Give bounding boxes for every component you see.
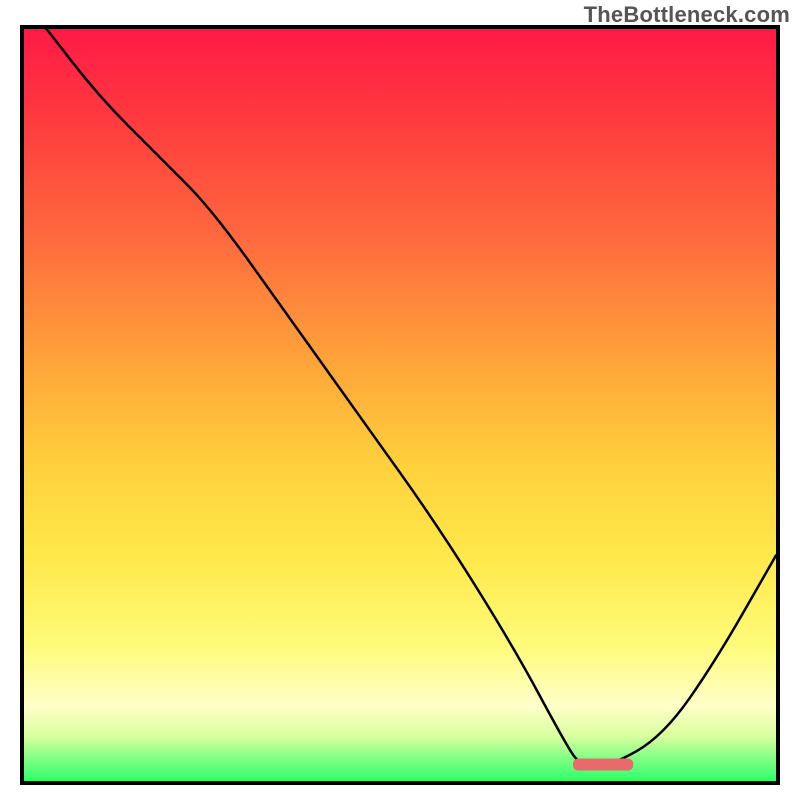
plot-svg xyxy=(24,29,776,781)
chart-container: TheBottleneck.com xyxy=(0,0,800,800)
plot-area xyxy=(20,25,780,785)
bottleneck-curve xyxy=(47,29,776,766)
highlight-marker xyxy=(573,759,633,771)
